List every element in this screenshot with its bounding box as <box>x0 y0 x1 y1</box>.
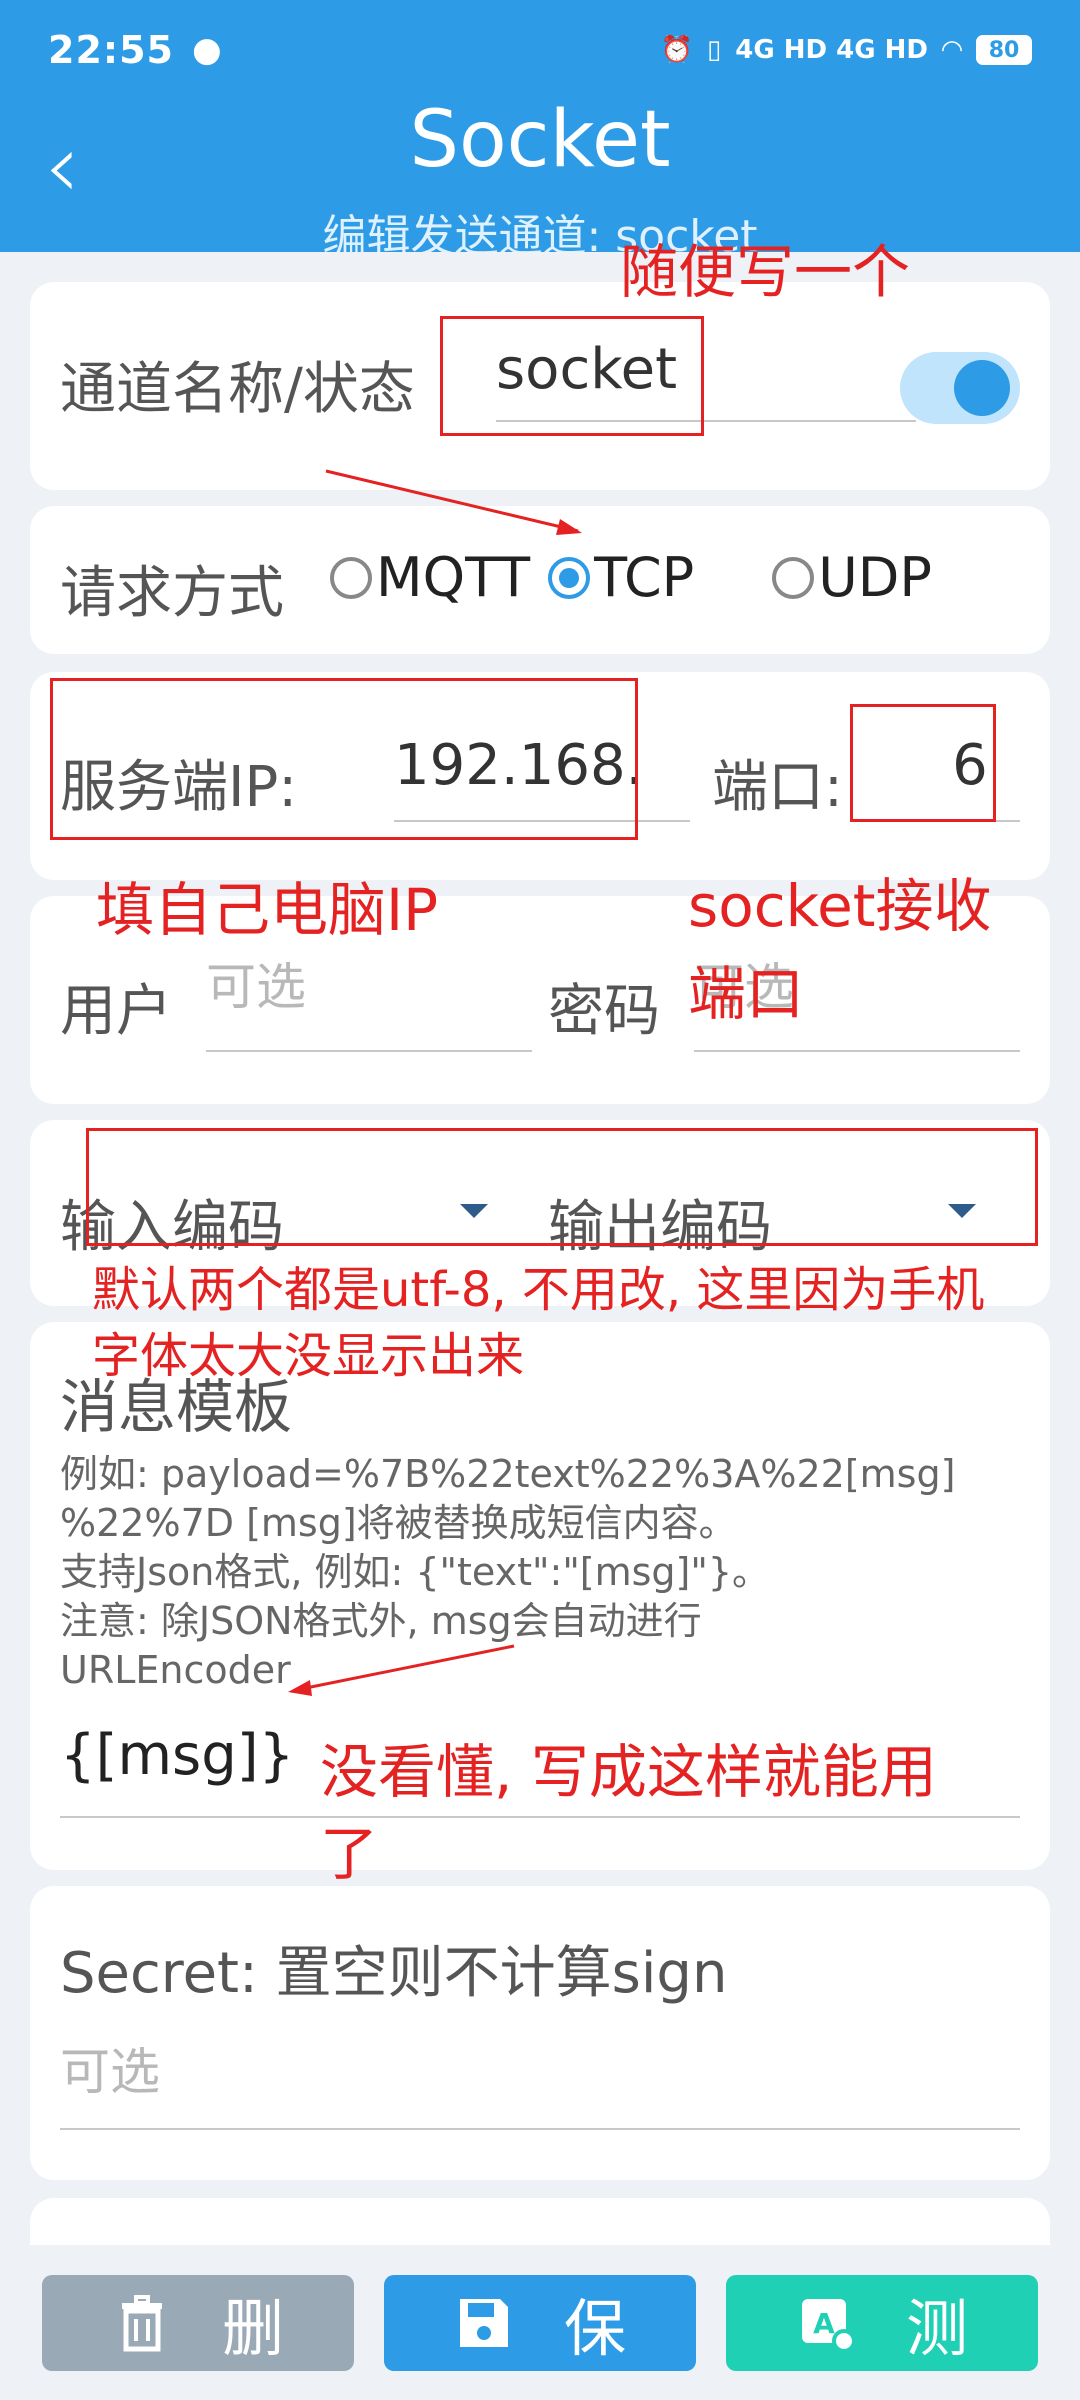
annotation-encoding-note-1: 默认两个都是utf-8, 不用改, 这里因为手机 <box>92 1262 985 1318</box>
port-label: 端口: <box>712 755 843 820</box>
radio-circle-icon <box>330 556 372 599</box>
method-radio-group: MQTT TCP UDP <box>330 546 950 609</box>
password-label: 密码 <box>548 979 660 1044</box>
user-label: 用户 <box>60 979 172 1044</box>
secret-label: Secret: 置空则不计算sign <box>60 1941 728 2006</box>
test-label: 测 <box>905 2292 968 2365</box>
annotation-ip-note: 填自己电脑IP <box>96 876 439 944</box>
status-time: 22:55 <box>48 28 174 72</box>
trash-icon <box>121 2295 162 2352</box>
battery-icon: 80 <box>976 35 1032 65</box>
test-settings-icon: A <box>801 2299 856 2353</box>
radio-checked-icon <box>548 556 591 599</box>
radio-udp-label: UDP <box>818 546 932 609</box>
radio-circle-icon <box>772 556 815 599</box>
app-header: 22:55 ● ⏰ ▯ 4G HD 4G HD ◠ 80 ‹ Socket 编辑… <box>0 0 1080 252</box>
annotation-template-note-1: 没看懂, 写成这样就能用 <box>320 1738 937 1806</box>
hint-line: 支持Json格式, 例如: {"text":"[msg]"}。 <box>60 1550 771 1594</box>
floppy-disk-icon <box>459 2299 508 2347</box>
user-placeholder: 可选 <box>206 958 306 1016</box>
annotation-box-server-ip <box>50 678 638 840</box>
channel-status-toggle[interactable] <box>900 352 1020 424</box>
status-bar: 22:55 ● ⏰ ▯ 4G HD 4G HD ◠ 80 <box>0 0 1080 100</box>
annotation-arrow-template <box>288 1644 515 1696</box>
wechat-icon: ● <box>191 30 222 70</box>
user-input[interactable]: 可选 <box>206 936 532 1052</box>
secret-placeholder: 可选 <box>60 2043 160 2101</box>
hint-line: 注意: 除JSON格式外, msg会自动进行 <box>60 1599 702 1643</box>
save-button[interactable]: 保 <box>384 2275 696 2371</box>
radio-mqtt-label: MQTT <box>376 546 531 609</box>
radio-mqtt[interactable]: MQTT <box>330 546 530 609</box>
wifi-icon: ◠ <box>942 35 962 65</box>
page-title: Socket <box>409 95 671 185</box>
annotation-port-note-2: 端口 <box>688 960 805 1028</box>
channel-label: 通道名称/状态 <box>60 357 415 422</box>
radio-tcp-label: TCP <box>594 546 695 609</box>
annotation-box-channel-name <box>440 316 704 436</box>
template-hint: 例如: payload=%7B%22text%22%3A%22[msg] %22… <box>60 1450 1020 1695</box>
delete-button[interactable]: 删 <box>42 2275 354 2371</box>
annotation-channel-note: 随便写一个 <box>620 238 911 306</box>
delete-label: 删 <box>221 2292 284 2365</box>
vibrate-icon: ▯ <box>706 35 722 65</box>
alarm-icon: ⏰ <box>660 35 693 65</box>
annotation-arrow-method <box>325 469 582 535</box>
hint-line: URLEncoder <box>60 1648 291 1692</box>
radio-udp[interactable]: UDP <box>772 546 932 609</box>
page-subtitle: 编辑发送通道: socket <box>322 211 758 252</box>
svg-text:A: A <box>813 2307 835 2340</box>
annotation-encoding-note-2: 字体太大没显示出来 <box>92 1328 525 1384</box>
test-button[interactable]: A 测 <box>726 2275 1038 2371</box>
network-text: 4G HD 4G HD <box>735 35 928 65</box>
save-label: 保 <box>563 2292 626 2365</box>
annotation-box-port <box>850 704 996 822</box>
annotation-box-encoding <box>86 1128 1038 1246</box>
toggle-knob <box>954 360 1010 416</box>
secret-card: Secret: 置空则不计算sign 可选 <box>30 1886 1050 2180</box>
status-icons: ⏰ ▯ 4G HD 4G HD ◠ 80 <box>661 35 1032 65</box>
hint-line: %22%7D [msg]将被替换成短信内容。 <box>60 1501 737 1545</box>
annotation-template-note-2: 了 <box>320 1820 379 1888</box>
hint-line: 例如: payload=%7B%22text%22%3A%22[msg] <box>60 1452 956 1496</box>
annotation-port-note-1: socket接收 <box>688 872 992 940</box>
radio-tcp[interactable]: TCP <box>548 546 694 609</box>
secret-input[interactable]: 可选 <box>60 2026 1020 2130</box>
method-label: 请求方式 <box>60 561 284 626</box>
